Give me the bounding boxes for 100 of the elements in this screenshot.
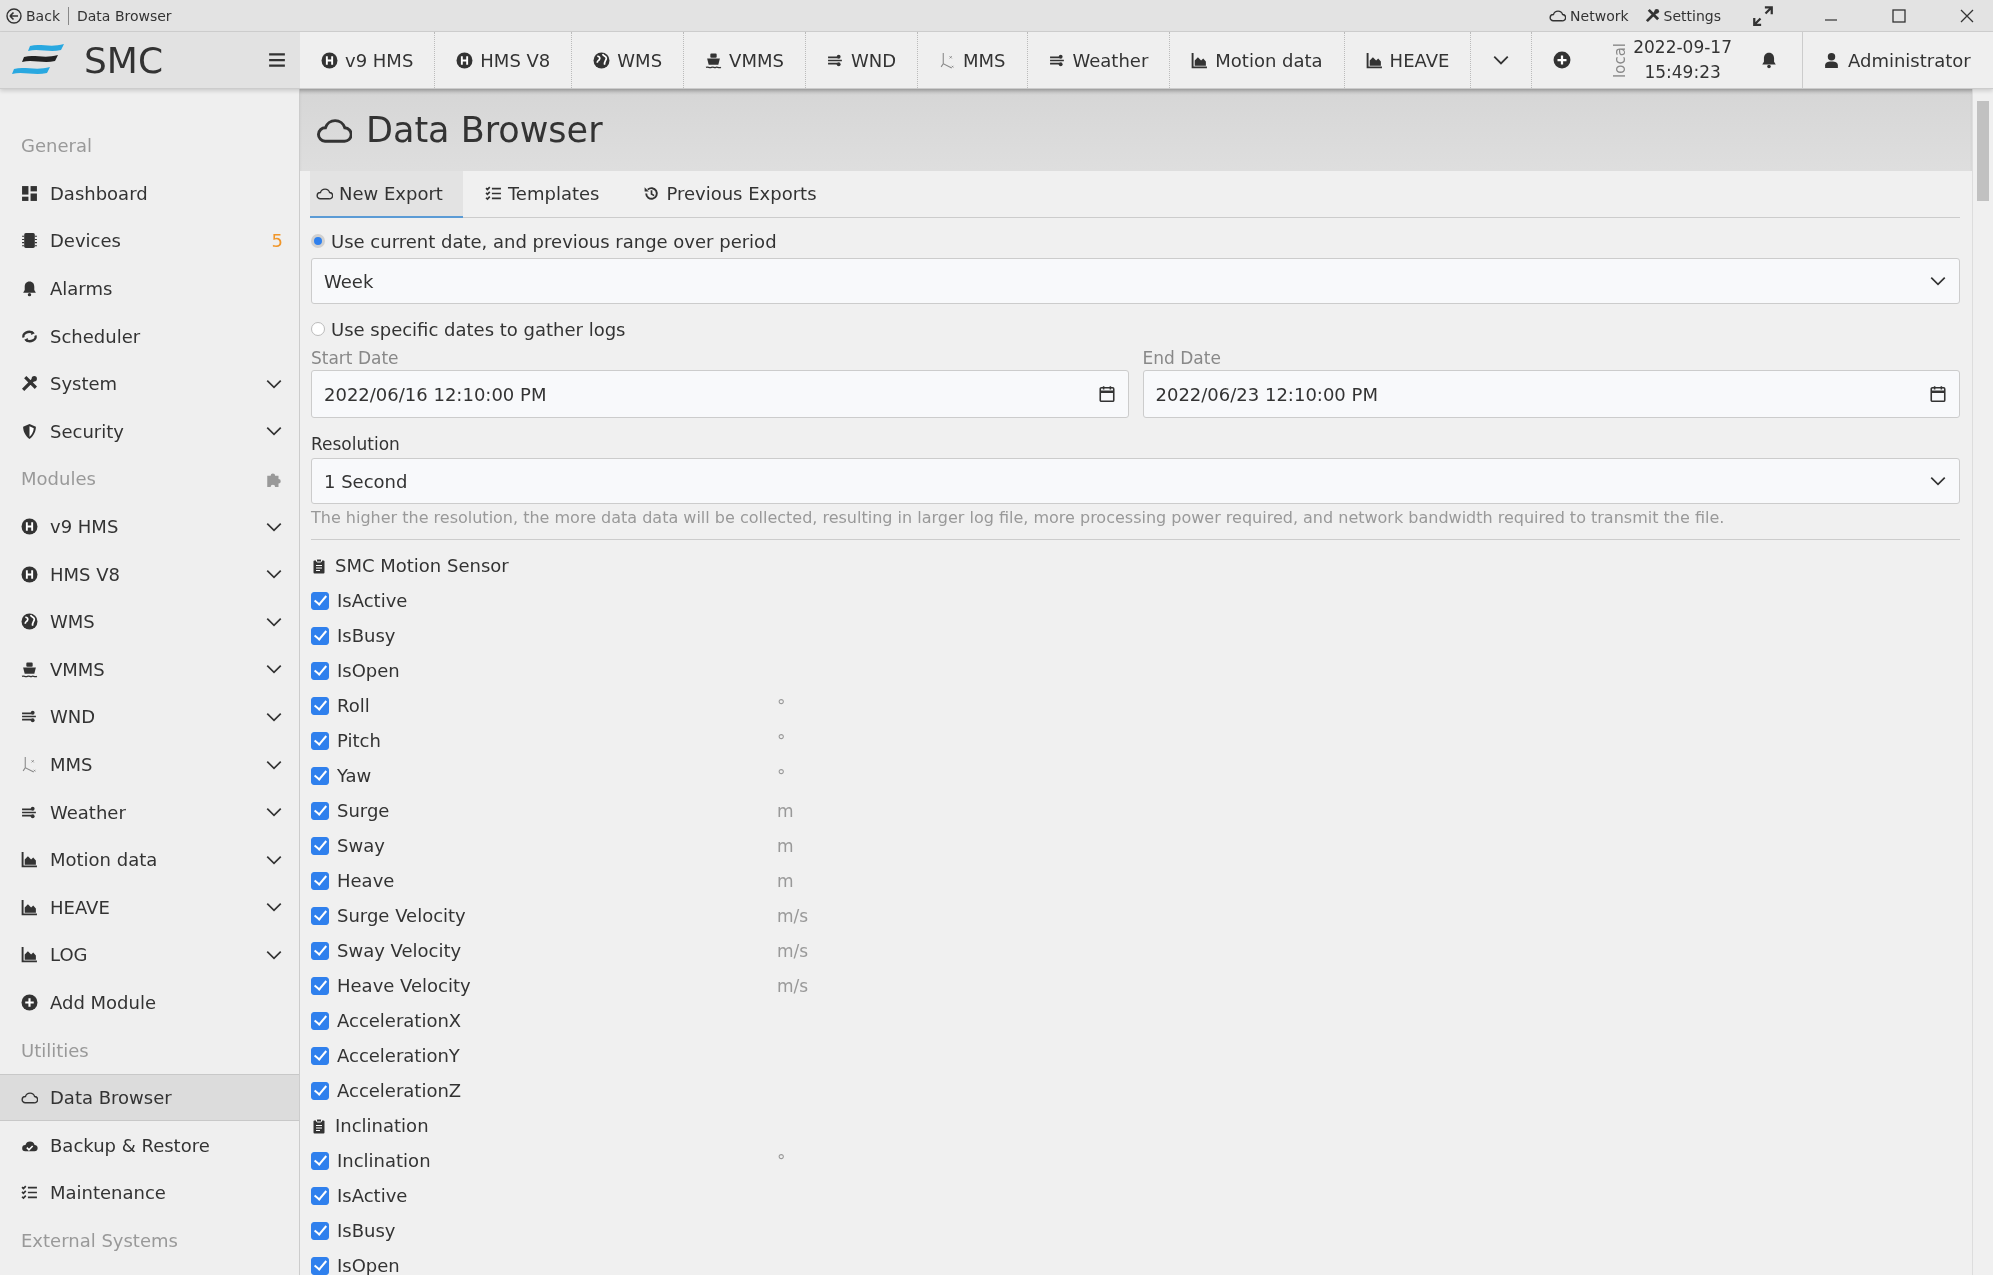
radio-button[interactable] — [311, 234, 325, 248]
sidebar-item[interactable]: VMMS — [0, 645, 299, 694]
field-name: IsActive — [337, 1185, 408, 1206]
checklist-icon — [484, 185, 502, 202]
sidebar-item[interactable]: Alarms — [0, 264, 299, 313]
checkbox[interactable] — [311, 731, 329, 750]
checkbox[interactable] — [311, 906, 329, 925]
logo-text: SMC — [84, 39, 164, 81]
settings-link[interactable]: Settings — [1644, 7, 1721, 24]
sidebar-item[interactable]: Maintenance — [0, 1169, 299, 1217]
plus-circle-icon[interactable] — [1553, 51, 1572, 69]
field-name: Sway Velocity — [337, 940, 462, 961]
expand-icon[interactable] — [1753, 5, 1773, 26]
resolution-dropdown[interactable]: 1 Second — [311, 458, 1960, 504]
sidebar-item[interactable]: Motion data — [0, 835, 299, 884]
sidebar-item[interactable]: Add Module — [0, 978, 299, 1027]
checkbox[interactable] — [311, 1046, 329, 1065]
globe-icon — [593, 51, 611, 69]
sidebar-item[interactable]: Dashboard — [0, 169, 299, 218]
close-icon[interactable] — [1959, 7, 1975, 24]
axes-icon — [21, 756, 38, 773]
module-tab[interactable]: MMS — [918, 32, 1028, 88]
area-chart-icon — [21, 851, 38, 869]
sidebar-item[interactable]: v9 HMS — [0, 502, 299, 551]
checkbox[interactable] — [311, 836, 329, 855]
unit-label: m/s — [777, 940, 809, 961]
start-date-field[interactable]: 2022/06/16 12:10:00 PM — [311, 370, 1129, 418]
sidebar-item[interactable]: HMS V8 — [0, 550, 299, 598]
sidebar-item[interactable]: Security — [0, 407, 299, 456]
shield-icon — [21, 422, 38, 440]
checkbox[interactable] — [311, 1081, 329, 1100]
checkbox[interactable] — [311, 1256, 329, 1275]
checkbox[interactable] — [311, 1151, 329, 1170]
sidebar-item[interactable]: LOG — [0, 931, 299, 979]
sidebar-item[interactable]: Scheduler — [0, 312, 299, 360]
checkbox[interactable] — [311, 661, 329, 680]
ship-icon — [21, 660, 38, 678]
chip-icon — [21, 232, 38, 250]
module-tab[interactable]: WMS — [572, 32, 685, 88]
page-title: Data Browser — [366, 110, 603, 150]
checkbox[interactable] — [311, 696, 329, 715]
network-link[interactable]: Network — [1549, 7, 1629, 24]
unit-label: m — [777, 870, 794, 891]
module-tab[interactable]: Weather — [1027, 32, 1171, 88]
period-dropdown[interactable]: Week — [311, 258, 1960, 304]
checkbox[interactable] — [311, 941, 329, 960]
menu-icon[interactable] — [268, 51, 286, 69]
radio-button[interactable] — [311, 322, 325, 336]
field-name: IsOpen — [337, 660, 400, 681]
sidebar-item[interactable]: Backup & Restore — [0, 1121, 299, 1170]
checkbox[interactable] — [311, 871, 329, 890]
checkbox[interactable] — [311, 1186, 329, 1205]
checkbox[interactable] — [311, 1221, 329, 1240]
checkbox[interactable] — [311, 766, 329, 785]
tab[interactable]: New Export — [310, 171, 463, 218]
section-heading: General — [21, 135, 92, 157]
sidebar-item[interactable]: WMS — [0, 597, 299, 646]
tab[interactable]: Templates — [462, 171, 622, 218]
unit-label: ° — [777, 730, 786, 751]
maximize-icon[interactable] — [1891, 7, 1907, 24]
module-tab[interactable]: HEAVE — [1344, 32, 1472, 88]
checkbox[interactable] — [311, 1011, 329, 1030]
sidebar-item[interactable]: WND — [0, 693, 299, 741]
module-tab[interactable]: v9 HMS — [300, 32, 436, 88]
date-text: 2022-09-17 — [1633, 36, 1732, 59]
checkbox[interactable] — [311, 801, 329, 820]
sidebar-item[interactable]: MMS — [0, 740, 299, 789]
end-date-field[interactable]: 2022/06/23 12:10:00 PM — [1142, 370, 1960, 418]
sidebar-item[interactable]: Data Browser — [0, 1073, 299, 1122]
sidebar-item[interactable]: System — [0, 359, 299, 408]
cloud-icon — [21, 1089, 38, 1107]
checkbox[interactable] — [311, 626, 329, 645]
field-name: Pitch — [337, 730, 381, 751]
count-label: 5 — [271, 230, 283, 252]
module-tab[interactable]: HMS V8 — [435, 32, 573, 88]
module-tab[interactable]: VMMS — [684, 32, 806, 88]
clipboard-icon — [311, 1117, 327, 1134]
option-label: Use current date, and previous range over period — [331, 230, 777, 252]
sidebar-item[interactable]: HEAVE — [0, 883, 299, 932]
user-icon — [1823, 51, 1840, 69]
area-chart-icon — [1191, 51, 1209, 69]
h-circle-icon — [21, 518, 38, 536]
unit-label: m — [777, 835, 794, 856]
tools-icon — [1644, 8, 1660, 23]
field-name: AccelerationZ — [337, 1080, 462, 1101]
sidebar-item[interactable]: Devices 5 — [0, 217, 299, 265]
sidebar-item[interactable]: Weather — [0, 788, 299, 836]
back-link[interactable]: Back — [6, 7, 60, 24]
checkbox[interactable] — [311, 591, 329, 610]
field-name: IsActive — [337, 590, 408, 611]
section-heading: Utilities — [21, 1039, 89, 1061]
tab[interactable]: Previous Exports — [621, 171, 839, 218]
checkbox[interactable] — [311, 976, 329, 995]
unit-label: m — [777, 800, 794, 821]
ship-icon — [705, 51, 723, 69]
tools-icon — [21, 375, 38, 393]
module-tab[interactable]: WND — [805, 32, 918, 88]
module-tab[interactable]: Motion data — [1170, 32, 1345, 88]
user-menu[interactable]: Administrator — [1803, 32, 1993, 88]
bell-icon[interactable] — [1760, 51, 1778, 69]
